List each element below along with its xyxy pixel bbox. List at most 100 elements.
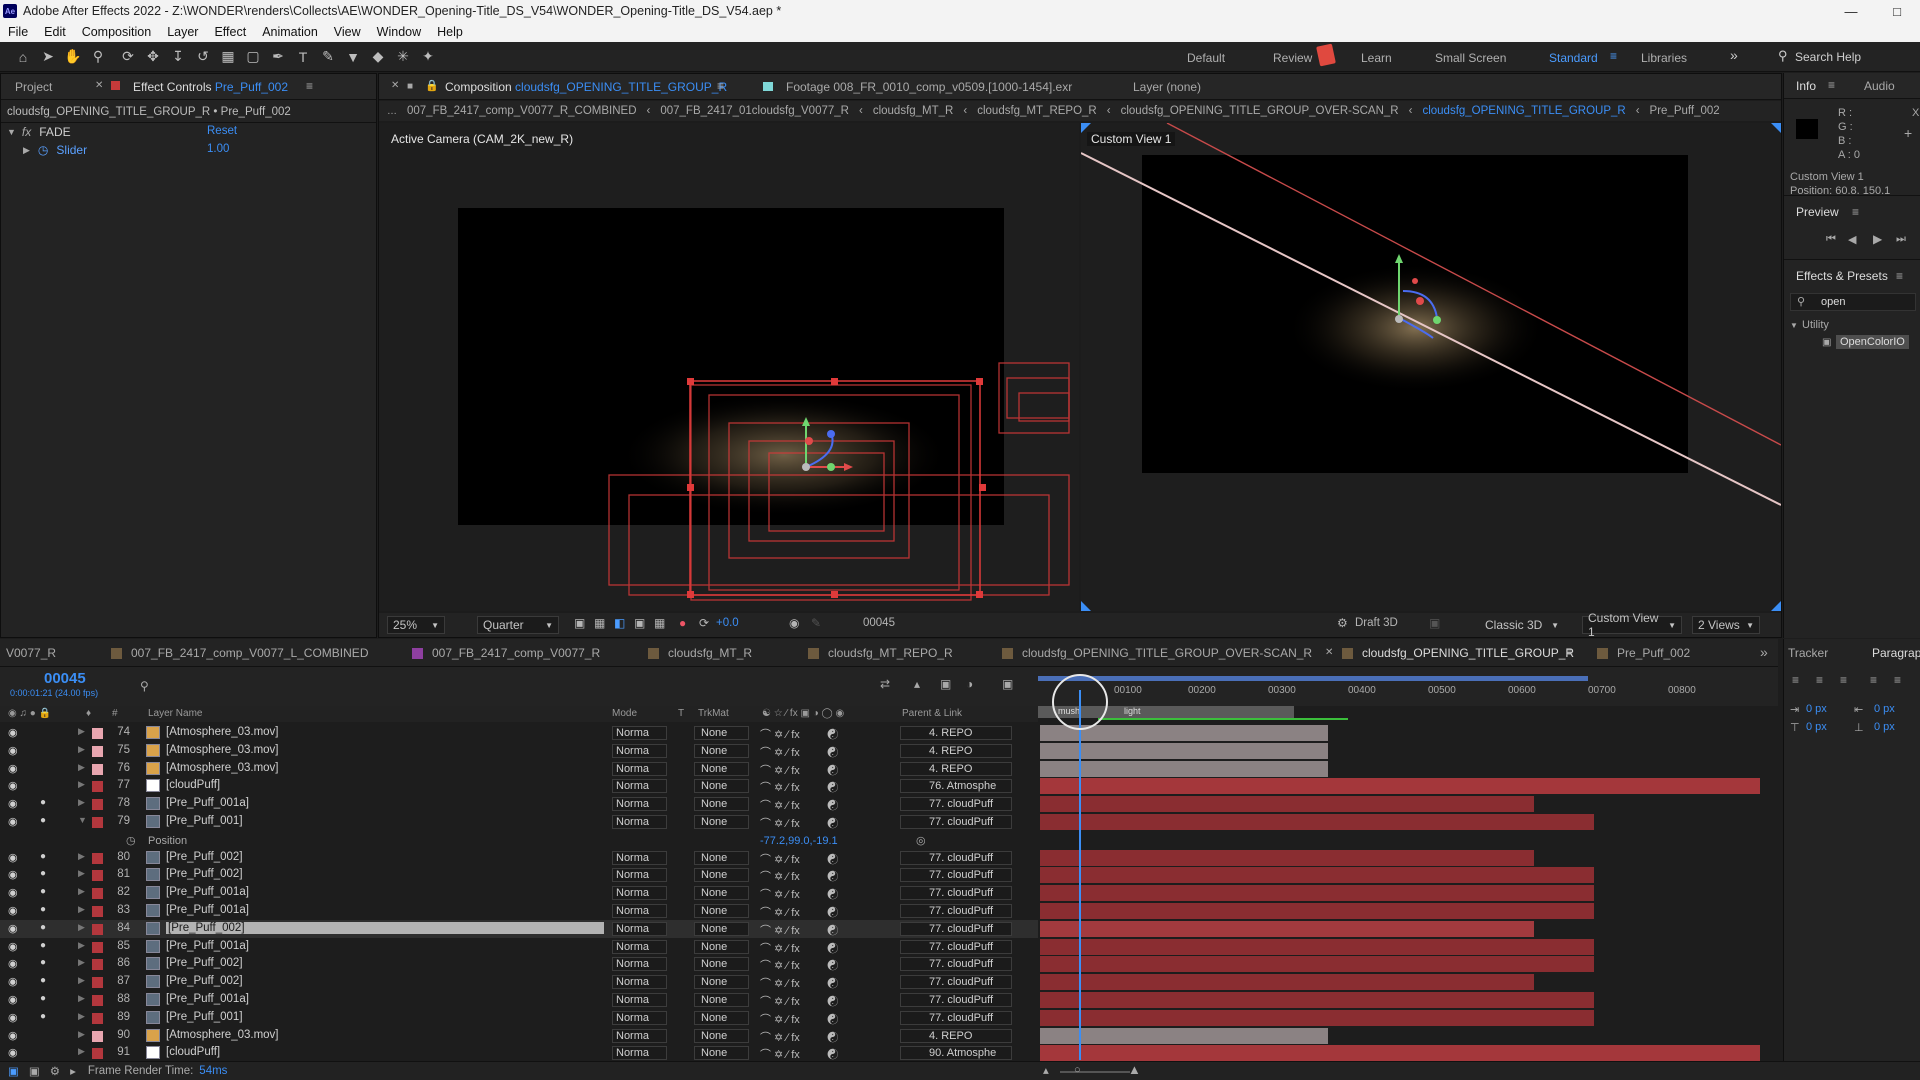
close-icon[interactable]: ✕	[1325, 647, 1333, 658]
tab-preview[interactable]: Preview	[1796, 201, 1839, 223]
table-row[interactable]: ◉ ● ▶ 87 [Pre_Puff_002] Norma None ⌒ ✡ ∕ fx ☯ 77…	[0, 973, 1038, 991]
parent-link-dropdown[interactable]: 77. cloudPuff	[900, 993, 1012, 1007]
render-icon[interactable]: ▣	[8, 1064, 19, 1078]
active-camera-viewer[interactable]: Active Camera (CAM_2K_new_R)	[379, 123, 1079, 611]
layer-duration-bar[interactable]	[1040, 796, 1534, 813]
overflow-chevron-icon[interactable]: »	[1730, 47, 1738, 63]
views-layout-dropdown[interactable]: 2 Views ▼	[1692, 616, 1760, 634]
panel-menu-icon[interactable]: ≡	[1852, 205, 1859, 219]
visibility-eye-icon[interactable]: ◉	[8, 1046, 18, 1059]
indent-right-value[interactable]: 0 px	[1874, 703, 1895, 715]
tab-layer[interactable]: Layer (none)	[1133, 76, 1201, 98]
minimize-icon[interactable]: —	[1828, 0, 1874, 22]
layer-name[interactable]: [Pre_Puff_001a]	[166, 886, 249, 898]
parent-link-dropdown[interactable]: 77. cloudPuff	[900, 797, 1012, 812]
menu-window[interactable]: Window	[369, 25, 429, 39]
menu-effect[interactable]: Effect	[206, 25, 254, 39]
table-row[interactable]: ◉ ● ▶ 84 [Pre_Puff_002] Norma None ⌒ ✡ ∕ fx ☯ 77…	[0, 919, 1038, 938]
overflow-chevron-icon[interactable]: »	[1760, 644, 1768, 660]
fx-reset-link[interactable]: Reset	[207, 125, 237, 137]
layer-duration-bar[interactable]	[1040, 742, 1328, 759]
tab-paragraph[interactable]: Paragraph	[1872, 642, 1920, 664]
table-row[interactable]: ◉ ● ▶ 88 [Pre_Puff_001a] Norma None ⌒ ✡ ∕ fx ☯ 7…	[0, 991, 1038, 1009]
track-matte-dropdown[interactable]: None	[694, 797, 749, 812]
panel-menu-icon[interactable]: ≡	[306, 79, 313, 93]
visibility-eye-icon[interactable]: ◉	[8, 797, 18, 810]
visibility-eye-icon[interactable]: ◉	[8, 851, 18, 864]
workspace-menu-icon[interactable]: ≡	[1610, 49, 1617, 63]
label-color-swatch[interactable]	[92, 817, 103, 828]
rectangle-tool-icon[interactable]: ▢	[242, 46, 264, 68]
layer-duration-bar[interactable]	[1040, 938, 1594, 955]
tab-composition[interactable]: Composition cloudsfg_OPENING_TITLE_GROUP…	[445, 76, 727, 98]
track-matte-dropdown[interactable]: None	[694, 939, 749, 954]
next-frame-icon[interactable]: ⏭	[1896, 233, 1906, 246]
timeline-tab[interactable]: cloudsfg_OPENING_TITLE_GROUP_OVER-SCAN_R	[1002, 646, 1312, 660]
solo-dot-icon[interactable]: ●	[40, 904, 46, 915]
layer-duration-bar[interactable]	[1040, 778, 1760, 795]
label-color-swatch[interactable]	[92, 941, 103, 953]
channel-icon[interactable]: ●	[679, 616, 686, 630]
parent-link-dropdown[interactable]: 77. cloudPuff	[900, 1010, 1012, 1025]
table-row[interactable]: ◉ ▶ 74 [Atmosphere_03.mov] Norma None ⌒ ✡ ∕ fx…	[0, 724, 1038, 742]
blend-mode-dropdown[interactable]: Norma	[612, 957, 667, 972]
twirl-right-icon[interactable]: ▶	[78, 1029, 85, 1040]
parent-link-dropdown[interactable]: 4. REPO	[900, 726, 1012, 740]
parent-link-dropdown[interactable]: 77. cloudPuff	[900, 957, 1012, 972]
table-row[interactable]: ◉ ● ▶ 86 [Pre_Puff_002] Norma None ⌒ ✡ ∕ fx ☯ 77…	[0, 955, 1038, 973]
draft3d-toggle[interactable]: Draft 3D	[1355, 617, 1398, 629]
table-row[interactable]: ◉ ▶ 76 [Atmosphere_03.mov] Norma None ⌒ ✡ ∕ fx…	[0, 760, 1038, 778]
workspace-standard[interactable]: Standard	[1549, 51, 1598, 65]
effects-search-input[interactable]: ⚲ open	[1790, 293, 1916, 311]
parent-link-dropdown[interactable]: 77. cloudPuff	[900, 975, 1012, 990]
layer-switches[interactable]: ⌒ ✡ ∕ fx ☯	[760, 993, 838, 1009]
solo-dot-icon[interactable]: ●	[40, 851, 46, 862]
breadcrumb-item-current[interactable]: cloudsfg_OPENING_TITLE_GROUP_R	[1422, 105, 1625, 117]
layer-switches[interactable]: ⌒ ✡ ∕ fx ☯	[760, 815, 838, 831]
track-matte-dropdown[interactable]: None	[694, 921, 749, 936]
selection-tool-icon[interactable]: ➤	[37, 46, 59, 68]
layer-duration-bar[interactable]	[1040, 885, 1594, 902]
graph-editor-icon[interactable]: ▣	[1002, 677, 1013, 691]
layer-name[interactable]: [Pre_Puff_002]	[166, 851, 243, 863]
visibility-eye-icon[interactable]: ◉	[8, 886, 18, 899]
layer-name[interactable]: [Pre_Puff_001a]	[166, 797, 249, 809]
table-row[interactable]: ◉ ▶ 90 [Atmosphere_03.mov] Norma None ⌒ ✡ ∕ fx…	[0, 1027, 1038, 1045]
timeline-tab-active[interactable]: cloudsfg_OPENING_TITLE_GROUP_R	[1342, 646, 1574, 660]
twirl-down-icon[interactable]: ▼	[7, 127, 16, 137]
workspace-review[interactable]: Review	[1273, 51, 1312, 65]
pan-camera-icon[interactable]: ✥	[142, 46, 164, 68]
track-matte-dropdown[interactable]: None	[694, 815, 749, 829]
table-row[interactable]: ◉ ● ▶ 85 [Pre_Puff_001a] Norma None ⌒ ✡ ∕ fx ☯ 7…	[0, 938, 1038, 956]
av-features-icon[interactable]: ◉ ♫ ● 🔒	[8, 708, 51, 719]
position-value[interactable]: -77.2,99.0,-19.1	[760, 835, 838, 847]
blend-mode-dropdown[interactable]: Norma	[612, 1046, 667, 1061]
playhead-handle[interactable]	[1052, 674, 1108, 730]
visibility-eye-icon[interactable]: ◉	[8, 975, 18, 988]
twirl-right-icon[interactable]: ▶	[78, 886, 85, 897]
utility-category[interactable]: Utility	[1802, 319, 1829, 331]
layer-switches[interactable]: ⌒ ✡ ∕ fx ☯	[760, 851, 838, 867]
search-icon[interactable]: ⚲	[1778, 48, 1788, 64]
label-color-swatch[interactable]	[92, 781, 103, 793]
menu-composition[interactable]: Composition	[74, 25, 159, 39]
clone-stamp-icon[interactable]: ▼	[342, 46, 364, 68]
layer-name[interactable]: [Pre_Puff_001]	[166, 1011, 243, 1023]
layer-switches[interactable]: ⌒ ✡ ∕ fx ☯	[760, 779, 838, 795]
draft-3d-icon[interactable]: ▴	[914, 677, 920, 691]
indent-left-value[interactable]: 0 px	[1806, 703, 1827, 715]
expression-pickwhip-icon[interactable]: ◎	[916, 834, 926, 847]
label-color-swatch[interactable]	[92, 852, 103, 864]
timeline-tab[interactable]: cloudsfg_MT_R	[648, 646, 752, 660]
layer-switches[interactable]: ⌒ ✡ ∕ fx ☯	[760, 1029, 838, 1045]
visibility-eye-icon[interactable]: ◉	[8, 957, 18, 970]
label-color-swatch[interactable]	[92, 906, 103, 917]
switches-icon[interactable]: ☯ ☆ ∕ fx ▣ ◑ ◯ ◉	[762, 708, 844, 719]
playhead[interactable]	[1079, 690, 1081, 1060]
track-matte-dropdown[interactable]: None	[694, 957, 749, 972]
layer-switches[interactable]: ⌒ ✡ ∕ fx ☯	[760, 904, 838, 920]
show-snapshot-icon[interactable]: ✎	[811, 616, 821, 630]
visibility-eye-icon[interactable]: ◉	[8, 993, 18, 1006]
justify-icon[interactable]: ≡	[1870, 673, 1877, 687]
visibility-eye-icon[interactable]: ◉	[8, 1029, 18, 1042]
